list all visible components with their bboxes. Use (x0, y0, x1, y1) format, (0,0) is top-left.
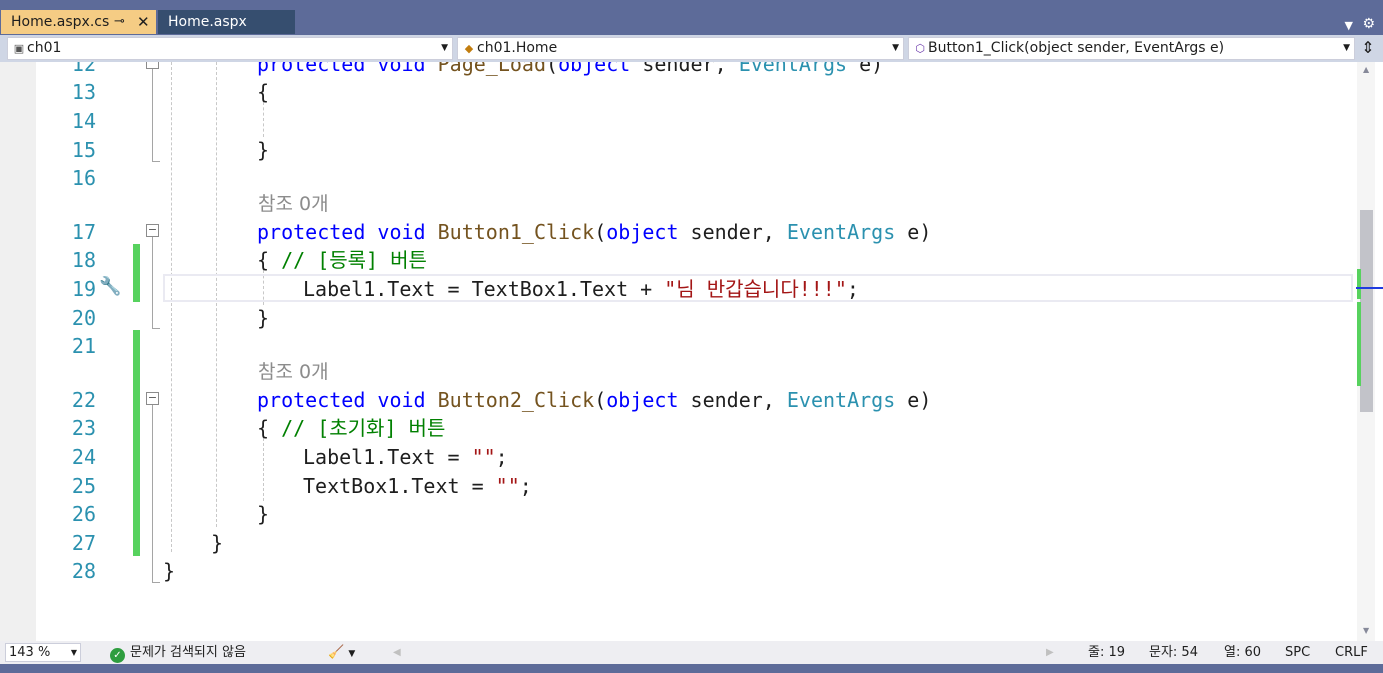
project-dropdown[interactable]: ▣ ch01 ▼ (7, 37, 453, 60)
code-line-27: } (211, 531, 224, 555)
line-number: 19 (72, 277, 97, 301)
code-line-12: protected void Page_Load(object sender, … (257, 62, 884, 76)
indent-guide (263, 438, 264, 501)
line-number: 16 (71, 166, 96, 190)
brush-icon: 🧹 (328, 645, 345, 660)
chevron-down-icon: ▼ (70, 648, 77, 657)
class-icon: ◆ (464, 42, 474, 55)
code-line-26: } (257, 502, 270, 526)
whitespace-indicator[interactable]: SPC (1285, 643, 1310, 662)
member-dropdown[interactable]: ⬡ Button1_Click(object sender, EventArgs … (908, 37, 1355, 60)
editor-status-bar: 143 % ▼ ✓ 문제가 검색되지 않음 🧹 ▼ ◀ ▶ 줄: 19 문자: 5… (0, 641, 1383, 664)
indent-guide (171, 62, 172, 552)
close-icon[interactable]: ✕ (137, 10, 150, 34)
issues-label: 문제가 검색되지 않음 (130, 645, 246, 660)
codelens-references[interactable]: 참조 0개 (258, 358, 329, 386)
line-number: 24 (71, 445, 96, 469)
code-line-20: } (257, 306, 270, 330)
code-line-22: protected void Button2_Click(object send… (257, 388, 932, 412)
project-icon: ▣ (13, 42, 25, 55)
code-editor[interactable]: 12 13 14 15 16 17 18 19 20 21 22 23 24 2… (0, 62, 1383, 641)
tab-label: Home.aspx (168, 14, 247, 30)
zoom-value: 143 % (9, 645, 51, 660)
code-line-15: } (257, 138, 270, 162)
chevron-down-icon: ▼ (892, 43, 899, 53)
line-number: 22 (71, 388, 96, 412)
code-line-13: { (257, 80, 270, 104)
outline-line (152, 405, 153, 583)
column-indicator: 열: 60 (1224, 645, 1262, 660)
scrollbar-caret-marker (1356, 287, 1383, 289)
indent-guide (263, 102, 264, 137)
line-number: 18 (71, 248, 96, 272)
outline-tick (152, 328, 160, 329)
split-editor-icon[interactable]: ⇕ (1358, 37, 1378, 60)
line-number: 17 (71, 220, 96, 244)
class-dropdown[interactable]: ◆ ch01.Home ▼ (457, 37, 904, 60)
change-marker (133, 244, 140, 302)
zoom-dropdown[interactable]: 143 % ▼ (5, 643, 81, 662)
tab-home-aspx-cs[interactable]: Home.aspx.cs ⊸ ✕ (1, 10, 156, 34)
code-line-25: TextBox1.Text = ""; (303, 474, 532, 498)
line-number: 20 (71, 306, 96, 330)
line-number: 23 (71, 416, 96, 440)
code-line-19: Label1.Text = TextBox1.Text + "님 반갑습니다!!… (303, 277, 859, 301)
code-line-18: { // [등록] 버튼 (257, 248, 427, 272)
issues-indicator[interactable]: ✓ 문제가 검색되지 않음 (110, 643, 246, 663)
scrollbar-change-marker (1357, 302, 1361, 386)
tab-home-aspx[interactable]: Home.aspx (158, 10, 295, 34)
chevron-down-icon: ▼ (348, 649, 356, 659)
outline-line (152, 237, 153, 329)
scroll-down-icon[interactable]: ▼ (1363, 626, 1369, 635)
codelens-references[interactable]: 참조 0개 (258, 190, 329, 218)
check-circle-icon: ✓ (110, 648, 125, 663)
line-number: 12 (71, 62, 96, 76)
scroll-right-icon[interactable]: ▶ (1046, 643, 1054, 662)
line-number: 27 (71, 531, 96, 555)
line-number: 26 (71, 502, 96, 526)
scroll-left-icon[interactable]: ◀ (393, 643, 401, 662)
code-line-23: { // [초기화] 버튼 (257, 416, 446, 440)
change-marker (133, 330, 140, 556)
class-label: ch01.Home (477, 40, 558, 56)
outline-tick (152, 161, 160, 162)
line-ending-indicator[interactable]: CRLF (1335, 643, 1368, 662)
outline-line (152, 69, 153, 162)
quick-actions-screwdriver-icon[interactable]: 🔧 (99, 276, 121, 297)
code-line-24: Label1.Text = ""; (303, 445, 508, 469)
code-line-28: } (163, 559, 176, 583)
line-indicator: 줄: 19 (1088, 645, 1126, 660)
code-cleanup-button[interactable]: 🧹 ▼ (328, 643, 355, 664)
selection-margin (0, 62, 36, 641)
navigation-bar: ▣ ch01 ▼ ◆ ch01.Home ▼ ⬡ Button1_Click(obje… (0, 35, 1383, 62)
code-line-17: protected void Button1_Click(object send… (257, 220, 932, 244)
line-number: 21 (71, 334, 96, 358)
chevron-down-icon: ▼ (1343, 43, 1350, 53)
line-number: 25 (71, 474, 96, 498)
collapse-icon[interactable]: − (146, 224, 159, 237)
tab-list-dropdown-icon[interactable]: ▼ (1345, 19, 1353, 32)
scrollbar-thumb[interactable] (1360, 210, 1373, 412)
collapse-icon[interactable]: − (146, 62, 159, 69)
method-icon: ⬡ (915, 42, 925, 55)
line-number: 28 (71, 559, 96, 583)
char-indicator: 문자: 54 (1149, 645, 1198, 660)
outline-tick (152, 582, 160, 583)
project-label: ch01 (27, 40, 62, 56)
pin-icon[interactable]: ⊸ (114, 10, 125, 34)
document-tab-strip: Home.aspx.cs ⊸ ✕ Home.aspx ▼ ⚙ (0, 8, 1383, 34)
scrollbar-change-marker (1357, 269, 1361, 299)
collapse-icon[interactable]: − (146, 392, 159, 405)
line-number: 14 (71, 109, 96, 133)
gear-icon[interactable]: ⚙ (1362, 16, 1375, 32)
tab-label: Home.aspx.cs (11, 14, 110, 30)
line-number: 15 (71, 138, 96, 162)
chevron-down-icon: ▼ (441, 43, 448, 53)
scroll-up-icon[interactable]: ▲ (1363, 65, 1369, 74)
window-bottom-border (0, 664, 1383, 673)
member-label: Button1_Click(object sender, EventArgs e… (928, 40, 1225, 56)
line-number: 13 (71, 80, 96, 104)
editor-window: Home.aspx.cs ⊸ ✕ Home.aspx ▼ ⚙ ▣ ch01 ▼ ◆… (0, 0, 1383, 673)
